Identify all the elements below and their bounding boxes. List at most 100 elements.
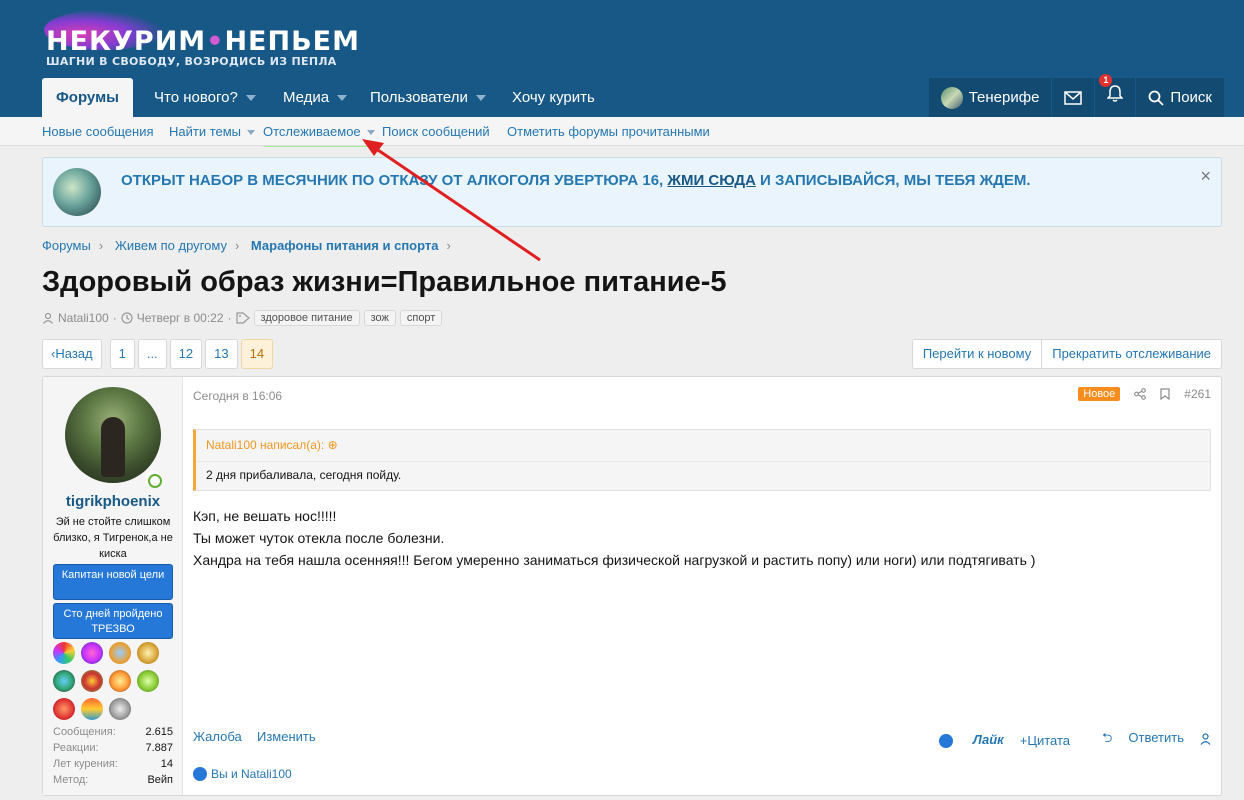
stat-row: Метод: Вейп (53, 774, 173, 786)
post-user-panel: tigrikphoenix Эй не стойте слишком близк… (43, 377, 183, 795)
pagination: ‹Назад 1 ... 12 13 14 (42, 339, 276, 369)
envelope-icon (1064, 90, 1083, 105)
post: tigrikphoenix Эй не стойте слишком близк… (42, 376, 1222, 796)
avatar[interactable] (65, 387, 161, 483)
award-icon[interactable] (53, 698, 75, 720)
tag-healthy-food[interactable]: здоровое питание (253, 310, 360, 326)
post-actions-right: Лайк +Цитата ⮌ Ответить (907, 729, 1211, 751)
page-1[interactable]: 1 (109, 339, 135, 369)
subnav-watched[interactable]: Отслеживаемое (263, 117, 375, 146)
search-button[interactable]: Поиск (1136, 78, 1224, 117)
arrow-up-circle-icon[interactable]: ⊕ (328, 438, 338, 452)
tag-sport[interactable]: спорт (399, 310, 443, 326)
subnav-mark-read[interactable]: Отметить форумы прочитанными (507, 117, 710, 146)
reply-arrow-icon: ⮌ (1102, 730, 1113, 745)
award-icon[interactable] (137, 642, 159, 664)
page-title: Здоровый образ жизни=Правильное питание-… (42, 266, 727, 298)
avatar (940, 86, 963, 109)
inbox-button[interactable] (1052, 78, 1096, 117)
online-status-icon (145, 471, 162, 488)
post-content: Сегодня в 16:06 Новое #261 Natali100 нап… (183, 377, 1221, 795)
thread-date[interactable]: Четверг в 00:22 (137, 311, 224, 325)
post-date[interactable]: Сегодня в 16:06 (193, 389, 282, 403)
breadcrumb-marathons[interactable]: Марафоны питания и спорта (251, 238, 439, 253)
thumbs-up-icon (938, 733, 953, 748)
page-13[interactable]: 13 (205, 339, 238, 369)
clock-icon (121, 312, 133, 324)
page-ellipsis[interactable]: ... (137, 339, 167, 369)
user-icon[interactable] (1200, 732, 1211, 748)
post-number[interactable]: #261 (1184, 387, 1211, 401)
user-title: Эй не стойте слишком близко, я Тигренок,… (53, 516, 173, 560)
user-banner-sober: Сто дней пройдено ТРЕЗВО (53, 603, 173, 639)
notice-link[interactable]: ЖМИ СЮДА (667, 172, 755, 189)
breadcrumb-forums[interactable]: Форумы (42, 238, 91, 253)
like-button[interactable]: Лайк (923, 732, 1004, 748)
subnav-search-posts[interactable]: Поиск сообщений (382, 117, 490, 146)
likes-summary[interactable]: Вы и Natali100 (193, 767, 292, 781)
award-icon[interactable] (53, 642, 75, 664)
subnav-new-posts[interactable]: Новые сообщения (42, 117, 154, 146)
tab-whats-new[interactable]: Что нового? (154, 78, 256, 117)
notice-text: ОТКРЫТ НАБОР В МЕСЯЧНИК ПО ОТКАЗУ ОТ АЛК… (121, 172, 1031, 189)
search-icon (1149, 90, 1165, 106)
quote-button[interactable]: +Цитата (1020, 733, 1070, 748)
nav-user-area: Тенерифе 1 Поиск (928, 74, 1224, 117)
site-header: НЕКУРИМ•НЕПЬЕМ ШАГНИ В СВОБОДУ, ВОЗРОДИС… (0, 0, 1244, 117)
unwatch-button[interactable]: Прекратить отслеживание (1042, 339, 1222, 369)
stat-row: Реакции: 7.887 (53, 742, 173, 754)
chevron-down-icon[interactable] (475, 95, 486, 102)
post-body: Кэп, не вешать нос!!!!! Ты может чуток о… (193, 505, 1035, 571)
award-icon[interactable] (53, 670, 75, 692)
main-nav: Форумы Что нового? Медиа Пользователи Хо… (0, 74, 1244, 117)
chevron-down-icon[interactable] (247, 130, 256, 136)
post-tools: Новое #261 (1078, 387, 1211, 401)
tab-forums[interactable]: Форумы (42, 78, 133, 117)
tab-media[interactable]: Медиа (283, 78, 348, 117)
share-icon[interactable] (1134, 388, 1147, 400)
thread-author[interactable]: Natali100 (58, 311, 109, 325)
stat-row: Сообщения: 2.615 (53, 726, 173, 738)
chevron-down-icon[interactable] (245, 95, 256, 102)
post-username[interactable]: tigrikphoenix (43, 493, 183, 510)
account-button[interactable]: Тенерифе (928, 78, 1053, 117)
prev-page-button[interactable]: ‹Назад (42, 339, 102, 369)
logo-title: НЕКУРИМ•НЕПЬЕМ (46, 26, 360, 57)
chevron-down-icon[interactable] (337, 95, 348, 102)
quote-author[interactable]: Natali100 написал(а): ⊕ (206, 438, 338, 452)
post-line: Ты может чуток отекла после болезни. (193, 530, 445, 546)
tag-icon (235, 312, 250, 324)
award-icon[interactable] (81, 670, 103, 692)
bell-icon (1106, 85, 1125, 102)
tab-members[interactable]: Пользователи (370, 78, 486, 117)
award-icon[interactable] (109, 698, 131, 720)
subnav-find-threads[interactable]: Найти темы (169, 117, 256, 146)
page-14-current[interactable]: 14 (240, 339, 274, 369)
tag-zozh[interactable]: зож (363, 310, 396, 326)
breadcrumb-live-differently[interactable]: Живем по другому (115, 238, 227, 253)
chevron-down-icon[interactable] (366, 130, 375, 136)
logo-subtitle: ШАГНИ В СВОБОДУ, ВОЗРОДИСЬ ИЗ ПЕПЛА (46, 55, 337, 68)
breadcrumb-sep: › (446, 238, 451, 253)
post-line: Хандра на тебя нашла осенняя!!! Бегом ум… (193, 552, 1036, 568)
award-icon[interactable] (81, 698, 103, 720)
user-banner-captain: Капитан новой цели (53, 564, 173, 600)
award-icon[interactable] (81, 642, 103, 664)
thread-meta: Natali100 · Четверг в 00:22 · здоровое п… (42, 308, 443, 328)
close-icon[interactable]: × (1200, 166, 1211, 187)
tab-want-smoke[interactable]: Хочу курить (512, 78, 595, 117)
award-icon[interactable] (137, 670, 159, 692)
award-icon[interactable] (109, 670, 131, 692)
page-12[interactable]: 12 (169, 339, 203, 369)
reply-button[interactable]: ⮌ Ответить (1086, 729, 1184, 751)
bookmark-icon[interactable] (1160, 388, 1170, 400)
edit-link[interactable]: Изменить (257, 729, 316, 744)
new-badge: Новое (1078, 387, 1121, 401)
report-link[interactable]: Жалоба (193, 729, 242, 744)
award-icon[interactable] (109, 642, 131, 664)
site-logo[interactable]: НЕКУРИМ•НЕПЬЕМ ШАГНИ В СВОБОДУ, ВОЗРОДИС… (44, 10, 359, 70)
goto-new-button[interactable]: Перейти к новому (911, 339, 1043, 369)
alerts-button[interactable]: 1 (1095, 74, 1137, 117)
post-quote: Natali100 написал(а): ⊕ 2 дня прибаливал… (193, 429, 1211, 491)
breadcrumb-sep: › (234, 238, 240, 253)
